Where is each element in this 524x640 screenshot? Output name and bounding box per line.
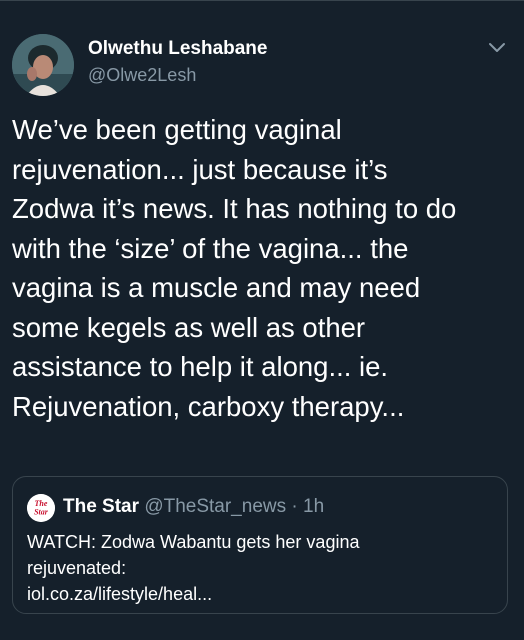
tweet-text-line: assistance to help it along... ie.	[12, 351, 389, 382]
top-divider	[0, 0, 524, 1]
author-handle[interactable]: @Olwe2Lesh	[88, 65, 196, 86]
tweet-text-line: Rejuvenation, carboxy therapy...	[12, 390, 405, 422]
quoted-tweet-text: WATCH: Zodwa Wabantu gets her vagina rej…	[27, 529, 497, 607]
quoted-timestamp[interactable]: 1h	[303, 496, 324, 517]
tweet-text-line: Zodwa it’s news. It has nothing to do	[12, 193, 457, 224]
profile-photo-icon	[12, 34, 74, 96]
quoted-text-line: rejuvenated:	[27, 558, 127, 578]
quoted-separator: ·	[291, 496, 298, 517]
quoted-tweet-card[interactable]: The Star The Star @TheStar_news · 1h WAT…	[12, 476, 508, 614]
chevron-down-icon[interactable]	[487, 40, 507, 54]
quoted-link[interactable]: iol.co.za/lifestyle/heal...	[27, 581, 497, 607]
tweet-text-line: with the ‘size’ of the vagina... the	[12, 232, 409, 264]
avatar[interactable]	[12, 34, 74, 96]
quoted-text-line: WATCH: Zodwa Wabantu gets her vagina	[27, 532, 360, 552]
tweet-text: We’ve been getting vaginal rejuvenation.…	[12, 110, 517, 426]
tweet-text-line: We’ve been getting vaginal	[12, 114, 342, 145]
tweet-text-line: some kegels as well as other	[12, 311, 366, 343]
author-display-name[interactable]: Olwethu Leshabane	[88, 38, 267, 60]
quoted-author-handle[interactable]: @TheStar_news	[144, 496, 286, 517]
quoted-author-name[interactable]: The Star	[63, 496, 139, 517]
tweet-text-line: rejuvenation... just because it’s	[12, 153, 388, 185]
quoted-tweet-header: The Star @TheStar_news · 1h	[63, 494, 324, 520]
the-star-logo-icon: The Star	[27, 494, 55, 522]
svg-text:Star: Star	[34, 508, 49, 517]
tweet-text-line: vagina is a muscle and may need	[12, 272, 421, 303]
